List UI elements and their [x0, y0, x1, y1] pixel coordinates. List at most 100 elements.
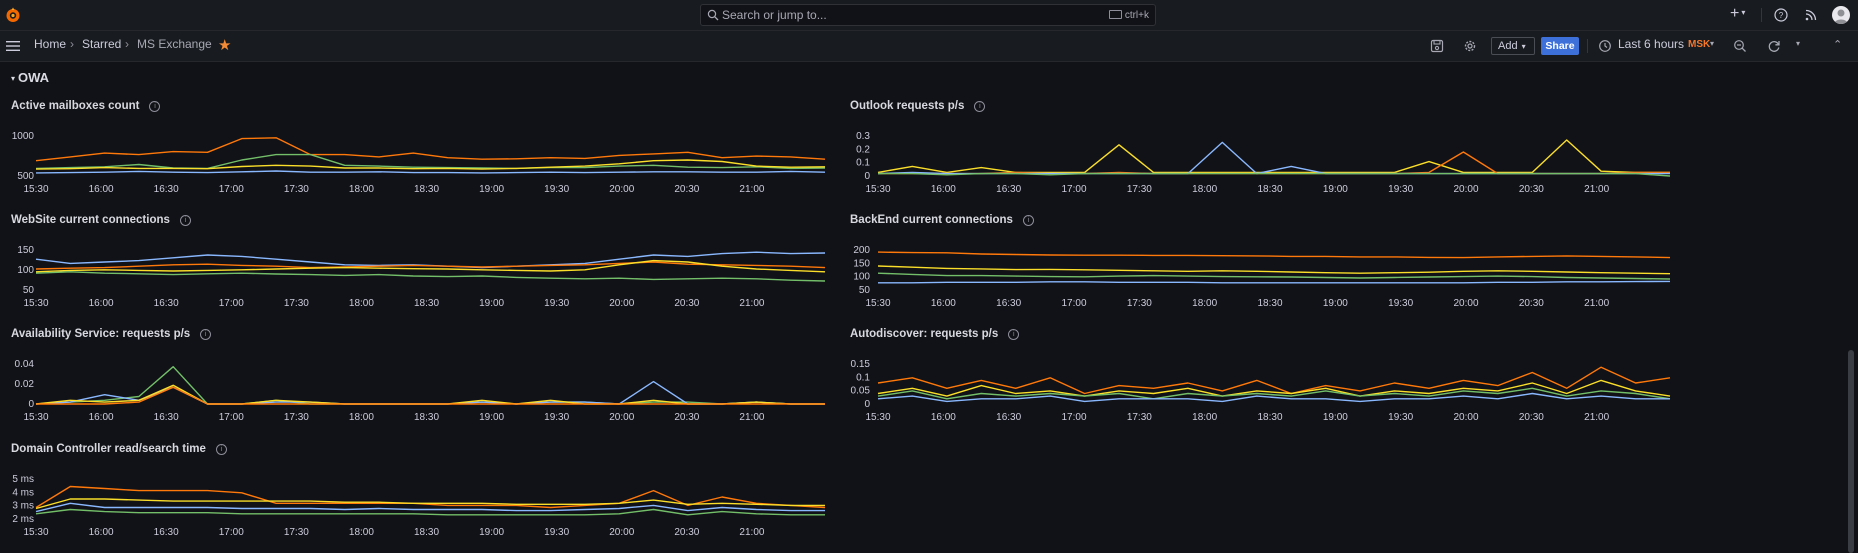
time-range-picker[interactable]: Last 6 hours: [1618, 37, 1684, 51]
info-icon[interactable]: i: [200, 329, 212, 340]
keyboard-icon: [1108, 10, 1122, 19]
breadcrumb-separator: ›: [125, 37, 129, 51]
y-tick-label: 5 ms: [12, 474, 34, 485]
x-tick-label: 16:30: [996, 298, 1021, 309]
favorite-star-icon[interactable]: ★: [218, 38, 231, 53]
x-tick-label: 19:00: [479, 412, 504, 423]
chevron-down-icon: ▾: [11, 74, 16, 83]
chart-outlook-requests: 0.3 0.2 0.1 0 15:30 16:00 16:30 17:00 17:30 18:00…: [856, 131, 1671, 195]
x-tick-label: 17:00: [1061, 298, 1086, 309]
add-button[interactable]: Add ▾: [1491, 37, 1535, 55]
x-tick-label: 19:30: [1388, 412, 1413, 423]
x-tick-label: 18:00: [349, 412, 374, 423]
panel-title[interactable]: Active mailboxes count i: [11, 100, 161, 112]
breadcrumb-home[interactable]: Home: [34, 37, 66, 51]
x-tick-label: 20:00: [609, 412, 634, 423]
timezone-badge: MSK: [1688, 39, 1711, 50]
y-tick-label: 1000: [12, 131, 35, 142]
refresh-interval-chevron-icon[interactable]: ▾: [1796, 39, 1800, 48]
series-line-yellow: [877, 379, 1671, 397]
x-tick-label: 20:30: [674, 184, 699, 195]
x-tick-label: 16:30: [154, 184, 179, 195]
series-line-blue: [878, 280, 1671, 284]
y-tick-label: 50: [859, 285, 871, 296]
x-tick-label: 15:30: [23, 412, 48, 423]
panel-title-text: Active mailboxes count: [11, 100, 140, 112]
panel-title[interactable]: Domain Controller read/search time i: [11, 443, 227, 455]
y-tick-label: 0.1: [856, 372, 870, 383]
info-icon[interactable]: i: [1022, 215, 1034, 226]
x-tick-label: 16:30: [996, 184, 1021, 195]
panel-title-text: WebSite current connections: [11, 214, 170, 226]
x-tick-label: 18:30: [1257, 184, 1282, 195]
x-tick-label: 17:30: [284, 298, 309, 309]
grafana-logo-icon[interactable]: [5, 7, 21, 23]
panel-title-text: Domain Controller read/search time: [11, 443, 206, 455]
x-tick-label: 16:00: [931, 412, 956, 423]
panel-title[interactable]: Autodiscover: requests p/s i: [850, 328, 1020, 340]
y-tick-label: 150: [17, 245, 34, 256]
x-tick-label: 17:00: [219, 184, 244, 195]
chart-domain-controller: 5 ms 4 ms 3 ms 2 ms 15:30 16:00 16:30 17:00 17:3…: [12, 474, 826, 538]
row-title-owa[interactable]: ▾ OWA: [11, 70, 49, 85]
info-icon[interactable]: i: [974, 101, 986, 112]
row-title-text: OWA: [18, 70, 50, 85]
chevron-down-icon: ▾: [1521, 42, 1526, 51]
search-input[interactable]: Search or jump to... ctrl+k: [700, 4, 1156, 26]
breadcrumb-starred[interactable]: Starred: [82, 37, 121, 51]
series-line-green: [877, 272, 1671, 280]
menu-icon[interactable]: [6, 40, 20, 52]
x-tick-label: 16:30: [154, 298, 179, 309]
y-tick-label: 4 ms: [12, 487, 34, 498]
x-tick-label: 20:00: [1453, 184, 1478, 195]
x-tick-label: 17:00: [219, 298, 244, 309]
y-tick-label: 0: [864, 399, 870, 410]
x-tick-label: 16:30: [996, 412, 1021, 423]
info-icon[interactable]: i: [1008, 329, 1020, 340]
zoom-out-icon[interactable]: [1733, 39, 1747, 53]
chevron-down-icon[interactable]: ▾: [1710, 39, 1714, 48]
x-tick-label: 18:00: [1192, 298, 1217, 309]
news-rss-icon[interactable]: [1803, 7, 1819, 23]
y-tick-label: 100: [17, 265, 34, 276]
y-tick-label: 3 ms: [12, 501, 34, 512]
series-line-orange: [36, 386, 825, 405]
share-button[interactable]: Share: [1541, 37, 1579, 55]
info-icon[interactable]: i: [215, 444, 227, 455]
chart-website-connections: 150 100 50 15:30 16:00 16:30 17:00 17:30 18:00 18…: [17, 245, 826, 309]
x-tick-label: 15:30: [23, 298, 48, 309]
y-tick-label: 0.02: [15, 379, 35, 390]
settings-gear-icon[interactable]: [1463, 39, 1477, 53]
info-icon[interactable]: i: [149, 101, 161, 112]
top-bar: Search or jump to... ctrl+k + ▾ ?: [0, 0, 1858, 31]
panel-title[interactable]: BackEnd current connections i: [850, 214, 1034, 226]
x-tick-label: 21:00: [739, 412, 764, 423]
refresh-icon[interactable]: [1767, 39, 1781, 53]
scrollbar-thumb[interactable]: [1848, 350, 1854, 553]
x-tick-label: 16:00: [931, 184, 956, 195]
panel-title[interactable]: Outlook requests p/s i: [850, 100, 986, 112]
panel-title[interactable]: Availability Service: requests p/s i: [11, 328, 212, 340]
x-tick-label: 19:30: [544, 527, 569, 538]
x-tick-label: 20:30: [1519, 184, 1544, 195]
x-tick-label: 18:00: [1192, 412, 1217, 423]
x-tick-label: 19:00: [1323, 412, 1348, 423]
help-icon[interactable]: ?: [1773, 7, 1789, 23]
x-tick-label: 17:00: [1061, 184, 1086, 195]
divider: [1761, 8, 1762, 22]
new-button[interactable]: + ▾: [1730, 5, 1745, 22]
x-tick-label: 21:00: [1584, 184, 1609, 195]
user-avatar[interactable]: [1832, 6, 1850, 24]
y-tick-label: 500: [17, 171, 34, 182]
panel-title[interactable]: WebSite current connections i: [11, 214, 191, 226]
x-tick-label: 17:30: [1127, 298, 1152, 309]
x-tick-label: 15:30: [865, 298, 890, 309]
x-tick-label: 21:00: [739, 527, 764, 538]
search-icon: [707, 9, 719, 21]
y-tick-label: 50: [23, 285, 35, 296]
collapse-chevron-up-icon[interactable]: ⌃: [1833, 38, 1842, 51]
save-icon[interactable]: [1430, 39, 1444, 53]
info-icon[interactable]: i: [179, 215, 191, 226]
x-tick-label: 19:30: [1388, 184, 1413, 195]
panel-title-text: BackEnd current connections: [850, 214, 1013, 226]
